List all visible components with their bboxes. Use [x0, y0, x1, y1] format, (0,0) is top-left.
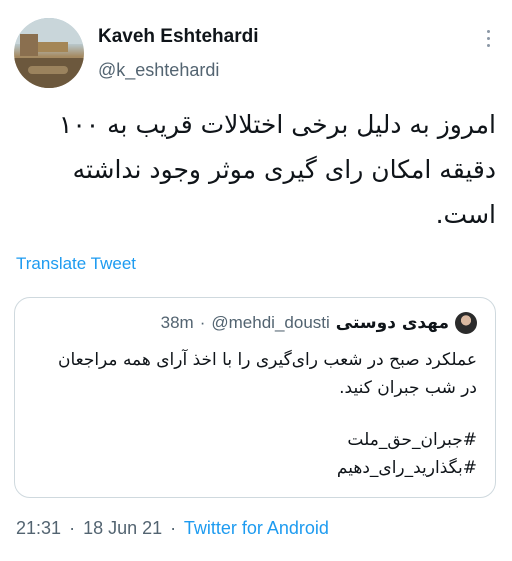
quoted-author-avatar [455, 312, 477, 334]
quoted-separator: · [199, 313, 206, 332]
tweet-date[interactable]: 18 Jun 21 [83, 518, 162, 538]
avatar-rocks [28, 66, 68, 74]
tweet-text: امروز به دلیل برخی اختلالات قریب به ۱۰۰ … [16, 102, 496, 237]
tweet-text-line: دقیقه امکان رای گیری موثر وجود نداشته [72, 155, 496, 184]
more-dot [486, 37, 490, 40]
author-name[interactable]: Kaveh Eshtehardi [98, 26, 259, 48]
translate-tweet-link[interactable]: Translate Tweet [16, 254, 136, 274]
meta-separator: · [69, 518, 76, 538]
quoted-hashtags: #جبران_حق_ملت #بگذارید_رای_دهیم [33, 426, 477, 482]
quoted-tweet[interactable]: مهدی دوستی @mehdi_dousti · 38m عملکرد صب… [14, 297, 496, 498]
avatar-ruin [20, 34, 38, 56]
more-dot [486, 44, 490, 47]
author-handle[interactable]: @k_eshtehardi [98, 60, 219, 81]
quoted-author-name: مهدی دوستی [335, 313, 449, 333]
hashtag[interactable]: #بگذارید_رای_دهیم [33, 454, 477, 482]
tweet-card: Kaveh Eshtehardi @k_eshtehardi امروز به … [0, 0, 512, 561]
tweet-metadata: 21:31 · 18 Jun 21 · Twitter for Android [16, 518, 329, 539]
quoted-text-line: در شب جبران کنید. [339, 378, 477, 398]
hashtag[interactable]: #جبران_حق_ملت [33, 426, 477, 454]
quoted-tweet-text: عملکرد صبح در شعب رای‌گیری را با اخذ آرا… [33, 346, 477, 402]
tweet-source-link[interactable]: Twitter for Android [184, 518, 329, 538]
avatar-ruin-wall [38, 42, 68, 52]
tweet-text-line: امروز به دلیل برخی اختلالات قریب به ۱۰۰ [58, 110, 496, 139]
quoted-tweet-header: مهدی دوستی @mehdi_dousti · 38m [161, 312, 477, 334]
more-dot [486, 30, 490, 33]
quoted-timestamp: 38m [160, 313, 194, 332]
meta-separator: · [170, 518, 177, 538]
more-horizontal-icon[interactable] [484, 30, 492, 47]
quoted-text-line: عملکرد صبح در شعب رای‌گیری را با اخذ آرا… [57, 350, 477, 370]
tweet-time[interactable]: 21:31 [16, 518, 61, 538]
quoted-author-handle: @mehdi_dousti [211, 313, 330, 332]
tweet-text-line: است. [435, 200, 496, 229]
author-avatar[interactable] [14, 18, 84, 88]
